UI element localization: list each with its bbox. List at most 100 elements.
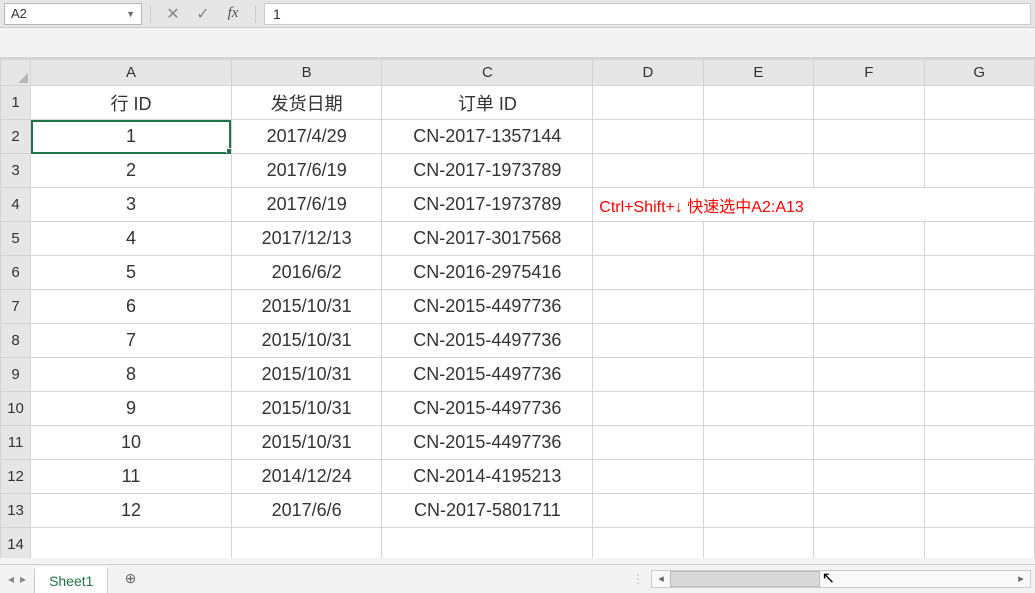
cell[interactable] — [814, 324, 924, 358]
row-header[interactable]: 1 — [1, 86, 31, 120]
cell[interactable]: 11 — [31, 460, 232, 494]
cell[interactable] — [924, 528, 1034, 559]
column-header-E[interactable]: E — [703, 60, 813, 86]
cell[interactable] — [924, 392, 1034, 426]
cell[interactable] — [593, 358, 703, 392]
cell-selected[interactable]: 1 — [31, 120, 232, 154]
column-header-F[interactable]: F — [814, 60, 924, 86]
cell[interactable]: 2 — [31, 154, 232, 188]
cell[interactable] — [814, 86, 924, 120]
tab-split-handle-icon[interactable]: ⋮ — [632, 572, 645, 586]
annotation-text[interactable]: Ctrl+Shift+↓ 快速选中A2:A13 — [593, 188, 1035, 222]
cell[interactable] — [703, 460, 813, 494]
cell[interactable]: 3 — [31, 188, 232, 222]
cell[interactable]: 2015/10/31 — [231, 426, 382, 460]
row-header[interactable]: 14 — [1, 528, 31, 559]
cancel-button[interactable]: ✕ — [159, 3, 187, 25]
cell[interactable] — [924, 290, 1034, 324]
column-header-D[interactable]: D — [593, 60, 703, 86]
cell[interactable] — [814, 290, 924, 324]
cell[interactable] — [924, 222, 1034, 256]
cell[interactable] — [382, 528, 593, 559]
cell[interactable]: 2017/6/6 — [231, 494, 382, 528]
cell[interactable]: 2015/10/31 — [231, 324, 382, 358]
cell[interactable]: CN-2017-1973789 — [382, 188, 593, 222]
cell[interactable]: 4 — [31, 222, 232, 256]
sheet-tab-active[interactable]: Sheet1 — [34, 567, 108, 593]
cell[interactable] — [814, 392, 924, 426]
cell[interactable]: 2015/10/31 — [231, 290, 382, 324]
cell[interactable]: CN-2017-3017568 — [382, 222, 593, 256]
cell[interactable]: 9 — [31, 392, 232, 426]
cell[interactable] — [924, 256, 1034, 290]
cell[interactable] — [593, 154, 703, 188]
name-box[interactable]: A2 ▼ — [4, 3, 142, 25]
cell[interactable] — [924, 154, 1034, 188]
column-header-A[interactable]: A — [31, 60, 232, 86]
cell[interactable]: CN-2015-4497736 — [382, 426, 593, 460]
enter-button[interactable]: ✓ — [189, 3, 217, 25]
cell[interactable]: 2016/6/2 — [231, 256, 382, 290]
cell[interactable] — [924, 86, 1034, 120]
row-header[interactable]: 10 — [1, 392, 31, 426]
cell[interactable] — [703, 120, 813, 154]
cell[interactable]: 6 — [31, 290, 232, 324]
cell[interactable]: CN-2017-1357144 — [382, 120, 593, 154]
cell[interactable]: 7 — [31, 324, 232, 358]
cell[interactable]: 2017/6/19 — [231, 188, 382, 222]
cell[interactable]: CN-2016-2975416 — [382, 256, 593, 290]
cell[interactable]: CN-2014-4195213 — [382, 460, 593, 494]
cell[interactable] — [703, 324, 813, 358]
cell[interactable] — [703, 494, 813, 528]
cell[interactable] — [593, 120, 703, 154]
cell[interactable] — [814, 528, 924, 559]
cell[interactable] — [593, 460, 703, 494]
cell[interactable] — [593, 324, 703, 358]
row-header[interactable]: 9 — [1, 358, 31, 392]
cell[interactable] — [814, 460, 924, 494]
cell[interactable] — [814, 120, 924, 154]
cell[interactable] — [924, 120, 1034, 154]
cell[interactable]: 订单 ID — [382, 86, 593, 120]
cell[interactable] — [703, 256, 813, 290]
cell[interactable] — [814, 256, 924, 290]
cell[interactable]: 8 — [31, 358, 232, 392]
row-header[interactable]: 12 — [1, 460, 31, 494]
cell[interactable] — [593, 494, 703, 528]
cell[interactable] — [593, 426, 703, 460]
cell[interactable] — [703, 86, 813, 120]
add-sheet-button[interactable]: ⊕ — [118, 567, 142, 591]
cell[interactable] — [703, 392, 813, 426]
cell[interactable] — [703, 426, 813, 460]
cell[interactable]: 2014/12/24 — [231, 460, 382, 494]
cell[interactable] — [924, 494, 1034, 528]
cell[interactable] — [231, 528, 382, 559]
row-header[interactable]: 2 — [1, 120, 31, 154]
cell[interactable]: 12 — [31, 494, 232, 528]
row-header[interactable]: 7 — [1, 290, 31, 324]
cell[interactable] — [924, 324, 1034, 358]
cell[interactable] — [924, 358, 1034, 392]
cell[interactable]: CN-2015-4497736 — [382, 392, 593, 426]
cell[interactable]: 2017/6/19 — [231, 154, 382, 188]
row-header[interactable]: 8 — [1, 324, 31, 358]
cell[interactable] — [703, 222, 813, 256]
formula-input[interactable]: 1 — [264, 3, 1031, 25]
column-header-B[interactable]: B — [231, 60, 382, 86]
cell[interactable]: 10 — [31, 426, 232, 460]
scroll-thumb[interactable] — [670, 571, 820, 587]
cell[interactable]: 2017/12/13 — [231, 222, 382, 256]
cell[interactable] — [593, 290, 703, 324]
cell[interactable] — [703, 358, 813, 392]
scroll-track[interactable] — [670, 571, 1012, 587]
cell[interactable]: CN-2017-1973789 — [382, 154, 593, 188]
cell[interactable] — [31, 528, 232, 559]
cell[interactable] — [703, 528, 813, 559]
cell[interactable]: 行 ID — [31, 86, 232, 120]
scroll-left-icon[interactable]: ◂ — [652, 572, 670, 585]
name-box-dropdown-icon[interactable]: ▼ — [126, 9, 135, 19]
select-all-corner[interactable] — [1, 60, 31, 86]
cell[interactable] — [593, 86, 703, 120]
worksheet-grid[interactable]: A B C D E F G 1 行 ID 发货日期 订单 ID — [0, 58, 1035, 558]
cell[interactable]: CN-2015-4497736 — [382, 290, 593, 324]
